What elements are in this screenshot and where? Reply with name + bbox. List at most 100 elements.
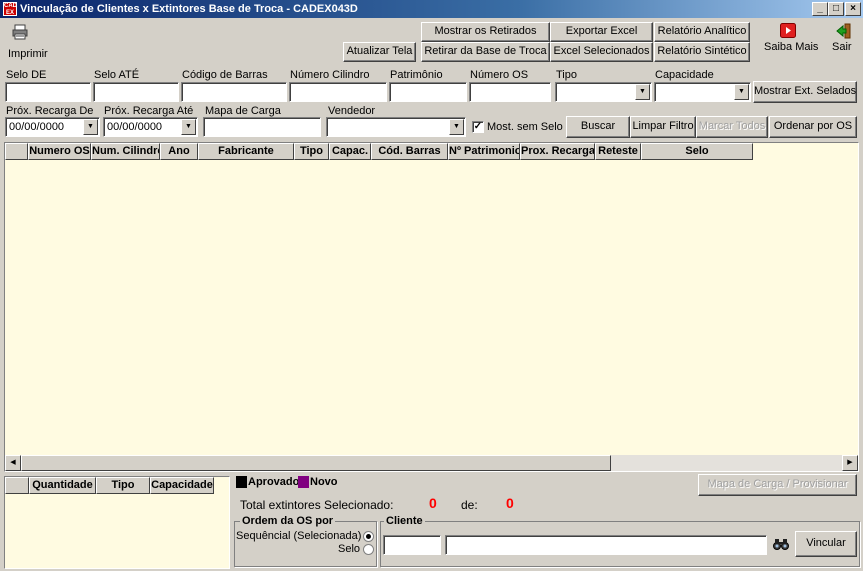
link-button[interactable]: Vincular xyxy=(795,531,857,557)
sequential-radio[interactable] xyxy=(363,531,374,542)
seller-select[interactable]: ▼ xyxy=(326,117,466,137)
total-selected-value: 0 xyxy=(429,495,437,511)
approved-legend-label: Aprovado xyxy=(248,476,300,488)
exit-label: Sair xyxy=(832,41,852,53)
binoculars-icon xyxy=(773,539,789,550)
video-play-icon xyxy=(780,23,796,38)
client-title: Cliente xyxy=(384,515,425,527)
client-code-input[interactable] xyxy=(383,535,441,555)
seller-label: Vendedor xyxy=(328,105,376,117)
seal-order-radio[interactable] xyxy=(363,544,374,555)
remove-from-base-button[interactable]: Retirar da Base de Troca xyxy=(421,42,550,62)
column-header-next-recharge[interactable]: Prox. Recarga xyxy=(520,143,595,160)
type-label: Tipo xyxy=(556,69,577,81)
show-sealed-button[interactable]: Mostrar Ext. Selados xyxy=(753,81,857,103)
seal-from-input[interactable] xyxy=(5,82,91,102)
chevron-down-icon[interactable]: ▼ xyxy=(83,119,98,135)
next-recharge-from-label: Próx. Recarga De xyxy=(6,105,94,117)
summary-column-header-type[interactable]: Tipo xyxy=(96,477,150,494)
summary-column-header-quantity[interactable]: Quantidade xyxy=(29,477,96,494)
sort-by-os-button[interactable]: Ordenar por OS xyxy=(769,116,857,138)
sequential-label: Sequêncial (Selecionada) xyxy=(236,530,362,542)
seal-from-label: Selo DE xyxy=(6,69,47,81)
chevron-down-icon[interactable]: ▼ xyxy=(181,119,196,135)
excel-selected-button[interactable]: Excel Selecionados xyxy=(550,42,653,62)
seal-to-label: Selo ATÉ xyxy=(94,69,140,81)
exit-door-icon xyxy=(836,23,851,39)
total-of-label: de: xyxy=(461,498,478,512)
close-button[interactable]: × xyxy=(845,2,861,16)
learn-more-button[interactable]: Saiba Mais xyxy=(760,22,820,58)
print-label: Imprimir xyxy=(8,48,48,60)
summary-table-header: Quantidade Tipo Capacidade xyxy=(5,477,214,494)
without-seal-label: Most. sem Selo xyxy=(487,121,563,133)
table-header: Numero OS Num. Cilindro Ano Fabricante T… xyxy=(5,143,753,160)
barcode-input[interactable] xyxy=(181,82,287,102)
horizontal-scrollbar[interactable]: ◀ ▶ xyxy=(5,455,858,471)
capacity-select[interactable]: ▼ xyxy=(654,82,751,102)
cylinder-number-input[interactable] xyxy=(289,82,387,102)
column-header-os-number[interactable]: Numero OS xyxy=(28,143,91,160)
refresh-screen-button[interactable]: Atualizar Tela xyxy=(343,42,416,62)
maximize-button[interactable]: □ xyxy=(828,2,844,16)
summary-table[interactable]: Quantidade Tipo Capacidade xyxy=(4,476,230,569)
export-excel-button[interactable]: Exportar Excel xyxy=(550,22,653,42)
search-button[interactable]: Buscar xyxy=(566,116,630,138)
approved-color-swatch xyxy=(236,476,247,488)
load-map-input[interactable] xyxy=(203,117,321,137)
next-recharge-to-date[interactable]: 00/00/0000 ▼ xyxy=(103,117,198,137)
next-recharge-to-label: Próx. Recarga Até xyxy=(104,105,194,117)
analytic-report-button[interactable]: Relatório Analítico xyxy=(654,22,750,42)
column-header-select[interactable] xyxy=(5,143,28,160)
column-header-capacity[interactable]: Capac. xyxy=(329,143,371,160)
total-selected-label: Total extintores Selecionado: xyxy=(240,498,394,512)
column-header-cylinder-number[interactable]: Num. Cilindro xyxy=(91,143,160,160)
exit-button[interactable]: Sair xyxy=(827,22,861,58)
chevron-down-icon[interactable]: ▼ xyxy=(635,84,650,100)
summary-column-header-blank[interactable] xyxy=(5,477,29,494)
column-header-retest[interactable]: Reteste xyxy=(595,143,641,160)
extinguishers-table[interactable]: Numero OS Num. Cilindro Ano Fabricante T… xyxy=(4,142,859,472)
os-number-input[interactable] xyxy=(469,82,551,102)
next-recharge-from-value: 00/00/0000 xyxy=(9,121,65,133)
show-removed-button[interactable]: Mostrar os Retirados xyxy=(421,22,550,42)
printer-icon xyxy=(12,24,28,40)
client-search-button[interactable] xyxy=(770,534,792,554)
column-header-patrimony[interactable]: Nº Patrimonio xyxy=(448,143,520,160)
chevron-down-icon[interactable]: ▼ xyxy=(734,84,749,100)
column-header-barcode[interactable]: Cód. Barras xyxy=(371,143,448,160)
new-legend-label: Novo xyxy=(310,476,338,488)
seal-order-label: Selo xyxy=(338,543,361,555)
column-header-seal[interactable]: Selo xyxy=(641,143,753,160)
scroll-thumb[interactable] xyxy=(21,455,611,471)
chevron-down-icon[interactable]: ▼ xyxy=(449,119,464,135)
seal-to-input[interactable] xyxy=(93,82,179,102)
minimize-button[interactable]: _ xyxy=(812,2,828,16)
next-recharge-from-date[interactable]: 00/00/0000 ▼ xyxy=(5,117,100,137)
mark-all-button[interactable]: Marcar Todos xyxy=(696,116,768,138)
app-icon: CAD EX xyxy=(3,2,17,16)
type-select[interactable]: ▼ xyxy=(555,82,652,102)
patrimony-label: Patrimônio xyxy=(390,69,443,81)
load-map-label: Mapa de Carga xyxy=(205,105,281,117)
cylinder-number-label: Número Cilindro xyxy=(290,69,370,81)
clear-filter-button[interactable]: Limpar Filtro xyxy=(630,116,696,138)
new-color-swatch xyxy=(298,476,309,488)
patrimony-input[interactable] xyxy=(389,82,467,102)
client-name-input[interactable] xyxy=(445,535,767,555)
column-header-type[interactable]: Tipo xyxy=(294,143,329,160)
synthetic-report-button[interactable]: Relatório Sintético xyxy=(654,42,750,62)
scroll-right-icon[interactable]: ▶ xyxy=(842,455,858,471)
barcode-label: Código de Barras xyxy=(182,69,268,81)
total-value: 0 xyxy=(506,495,514,511)
column-header-manufacturer[interactable]: Fabricante xyxy=(198,143,294,160)
os-order-title: Ordem da OS por xyxy=(240,515,336,527)
scroll-left-icon[interactable]: ◀ xyxy=(5,455,21,471)
print-button[interactable]: Imprimir xyxy=(4,22,52,62)
summary-column-header-capacity[interactable]: Capacidade xyxy=(150,477,214,494)
capacity-label: Capacidade xyxy=(655,69,714,81)
column-header-year[interactable]: Ano xyxy=(160,143,198,160)
without-seal-checkbox[interactable]: ✓ xyxy=(472,121,484,133)
os-number-label: Número OS xyxy=(470,69,529,81)
load-map-provision-button[interactable]: Mapa de Carga / Provisionar xyxy=(698,474,857,496)
